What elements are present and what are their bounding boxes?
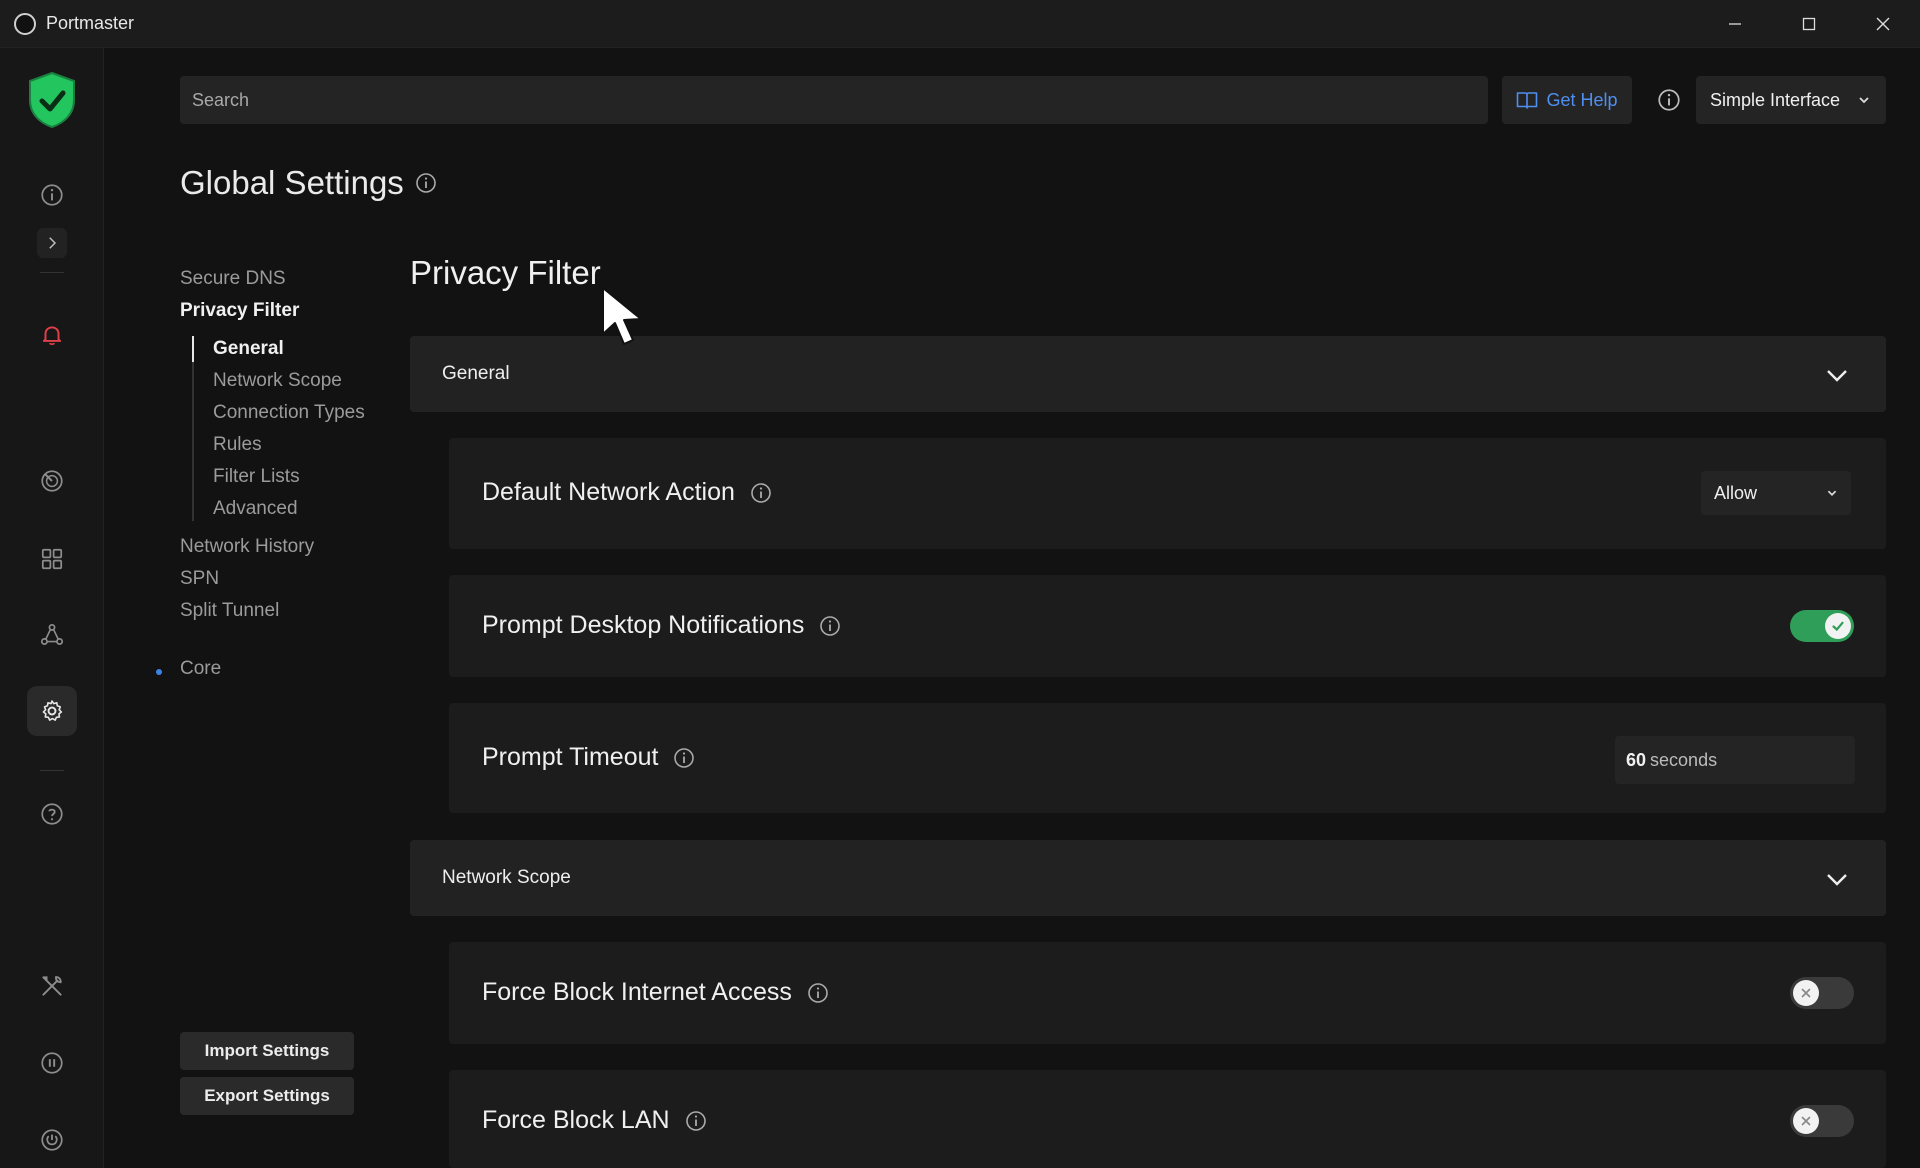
nav-item-spn[interactable]: SPN	[180, 568, 219, 590]
gear-icon[interactable]	[27, 686, 77, 736]
prompt-timeout-input[interactable]: 60 seconds	[1615, 736, 1855, 784]
check-icon	[1832, 621, 1844, 632]
nav-sub-advanced[interactable]: Advanced	[213, 498, 298, 520]
app-logo-icon	[14, 12, 36, 35]
search-bar[interactable]	[180, 76, 1488, 124]
setting-label-row: Prompt Timeout	[482, 743, 696, 772]
setting-label: Prompt Desktop Notifications	[482, 611, 805, 639]
nav-item-secure-dns[interactable]: Secure DNS	[180, 268, 286, 290]
power-icon[interactable]	[27, 1115, 77, 1165]
default-network-action-value: Allow	[1714, 482, 1758, 503]
maximize-icon	[1802, 17, 1816, 31]
core-indicator-dot	[156, 669, 162, 675]
setting-label: Default Network Action	[482, 478, 735, 506]
nav-sub-general[interactable]: General	[213, 338, 284, 360]
default-network-action-select[interactable]: Allow	[1701, 471, 1851, 515]
shield-check-icon[interactable]	[22, 68, 82, 132]
pause-icon[interactable]	[27, 1038, 77, 1088]
network-icon[interactable]	[27, 610, 77, 660]
radar-icon[interactable]	[27, 456, 77, 506]
chevron-right-icon[interactable]	[37, 228, 67, 258]
nav-item-split-tunnel[interactable]: Split Tunnel	[180, 600, 279, 622]
prompt-timeout-unit: seconds	[1650, 749, 1718, 770]
chevron-down-icon	[1827, 874, 1847, 886]
help-icon[interactable]	[27, 789, 77, 839]
mouse-cursor-icon	[602, 287, 642, 345]
maximize-button[interactable]	[1772, 0, 1846, 48]
nav-sub-filter-lists[interactable]: Filter Lists	[213, 466, 300, 488]
nav-subtree-line	[192, 336, 194, 521]
chevron-down-icon	[1859, 97, 1869, 104]
nav-sub-connection-types[interactable]: Connection Types	[213, 402, 365, 424]
info-icon[interactable]	[749, 481, 773, 505]
chevron-down-icon	[1827, 490, 1837, 497]
setting-label-row: Force Block Internet Access	[482, 978, 830, 1007]
info-icon[interactable]	[684, 1109, 708, 1133]
nav-item-privacy-filter[interactable]: Privacy Filter	[180, 300, 299, 322]
info-icon[interactable]	[1656, 87, 1682, 113]
nav-sub-network-scope[interactable]: Network Scope	[213, 370, 342, 392]
nav-item-core-label: Core	[180, 658, 222, 679]
info-icon[interactable]	[806, 981, 830, 1005]
interface-mode-select[interactable]: Simple Interface	[1696, 76, 1886, 124]
info-icon[interactable]	[672, 746, 696, 770]
toggle-knob	[1825, 613, 1851, 639]
setting-label-row: Default Network Action	[482, 478, 773, 507]
import-settings-button[interactable]: Import Settings	[180, 1032, 354, 1070]
force-block-lan-toggle[interactable]	[1790, 1105, 1854, 1137]
setting-prompt-timeout: Prompt Timeout 60 seconds	[449, 703, 1886, 813]
interface-mode-label: Simple Interface	[1710, 89, 1841, 110]
close-button[interactable]	[1846, 0, 1920, 48]
chevron-down-icon	[1827, 370, 1847, 382]
toggle-knob	[1793, 980, 1819, 1006]
search-input[interactable]	[192, 89, 1488, 111]
title-bar: Portmaster	[0, 0, 1920, 48]
section-general-title: General	[442, 363, 510, 384]
setting-label: Force Block LAN	[482, 1106, 670, 1134]
minimize-button[interactable]	[1698, 0, 1772, 48]
info-icon[interactable]	[818, 614, 842, 638]
setting-label-row: Prompt Desktop Notifications	[482, 611, 842, 640]
info-icon[interactable]	[414, 171, 438, 195]
x-icon	[1801, 988, 1811, 998]
minimize-icon	[1729, 23, 1741, 25]
apps-grid-icon[interactable]	[27, 534, 77, 584]
page-title: Global Settings	[180, 164, 438, 202]
setting-label-row: Force Block LAN	[482, 1106, 708, 1135]
bell-icon[interactable]	[27, 310, 77, 360]
window-title: Portmaster	[46, 13, 135, 33]
setting-label: Force Block Internet Access	[482, 978, 792, 1006]
nav-item-network-history[interactable]: Network History	[180, 536, 314, 558]
nav-item-core[interactable]: Core	[156, 658, 222, 680]
icon-rail	[0, 48, 104, 1168]
section-network-scope-header[interactable]: Network Scope	[410, 840, 1886, 916]
window-controls	[1698, 0, 1920, 48]
toggle-knob	[1793, 1108, 1819, 1134]
page-title-text: Global Settings	[180, 164, 404, 201]
prompt-timeout-value: 60	[1626, 749, 1647, 770]
x-icon	[1801, 1116, 1811, 1126]
force-block-internet-toggle[interactable]	[1790, 977, 1854, 1009]
close-icon	[1876, 17, 1890, 31]
section-network-scope-title: Network Scope	[442, 867, 571, 888]
nav-sub-rules[interactable]: Rules	[213, 434, 262, 456]
setting-prompt-desktop-notifications: Prompt Desktop Notifications	[449, 575, 1886, 677]
prompt-desktop-notifications-toggle[interactable]	[1790, 610, 1854, 642]
get-help-button[interactable]: Get Help	[1502, 76, 1632, 124]
setting-force-block-lan: Force Block LAN	[449, 1070, 1886, 1168]
info-icon[interactable]	[27, 170, 77, 220]
book-icon	[1517, 92, 1538, 109]
setting-default-network-action: Default Network Action Allow	[449, 438, 1886, 549]
get-help-label: Get Help	[1546, 89, 1618, 110]
setting-force-block-internet: Force Block Internet Access	[449, 942, 1886, 1044]
export-settings-button[interactable]: Export Settings	[180, 1077, 354, 1115]
setting-label: Prompt Timeout	[482, 743, 659, 771]
tools-icon[interactable]	[27, 961, 77, 1011]
content-title: Privacy Filter	[410, 254, 601, 291]
